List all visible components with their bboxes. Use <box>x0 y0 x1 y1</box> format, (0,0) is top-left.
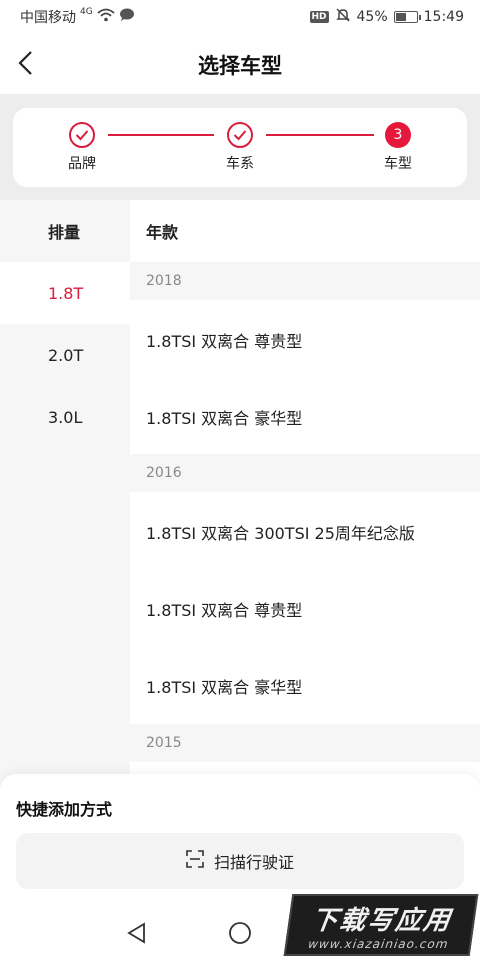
step-number-badge: 3 <box>385 122 411 148</box>
model-item[interactable]: 1.8TSI 双离合 尊贵型 <box>130 301 480 378</box>
year-header-2016: 2016 <box>130 454 480 492</box>
step-label-model: 车型 <box>384 156 412 172</box>
step-series[interactable]: 车系 <box>195 122 285 173</box>
scan-license-button[interactable]: 扫描行驶证 <box>16 833 464 889</box>
step-brand[interactable]: 品牌 <box>37 122 127 173</box>
battery-fill <box>395 13 406 21</box>
displacement-item-3-0l[interactable]: 3.0L <box>0 386 130 448</box>
header: 选择车型 <box>0 32 480 94</box>
mute-bell-icon <box>335 7 351 27</box>
wifi-icon <box>97 8 115 26</box>
scan-label: 扫描行驶证 <box>213 853 294 872</box>
model-item[interactable]: 1.8TSI 双离合 300TSI 25周年纪念版 <box>130 493 480 570</box>
model-year-header: 年款 <box>146 223 179 242</box>
year-header-2018: 2018 <box>130 262 480 300</box>
clock: 15:49 <box>423 9 464 25</box>
chat-bubble-icon <box>119 8 135 26</box>
hd-badge: HD <box>309 11 329 23</box>
carrier-label: 中国移动 <box>20 10 76 26</box>
displacement-item-1-8t[interactable]: 1.8T <box>0 262 130 324</box>
scan-icon <box>186 850 204 872</box>
page-title: 选择车型 <box>198 54 282 78</box>
status-left: 中国移动 4G <box>20 7 135 27</box>
stepper-area: 品牌 车系 3 车型 <box>0 94 480 200</box>
model-item[interactable]: 1.8TSI 双离合 豪华型 <box>130 378 480 455</box>
model-item[interactable]: 1.8TSI 双离合 豪华型 <box>130 647 480 724</box>
model-item[interactable]: 1.8TSI 双离合 尊贵型 <box>130 570 480 647</box>
stepper-card: 品牌 车系 3 车型 <box>13 108 467 187</box>
battery-icon <box>393 11 421 23</box>
check-icon <box>69 122 95 148</box>
displacement-item-2-0t[interactable]: 2.0T <box>0 324 130 386</box>
status-bar: 中国移动 4G HD 45% 15:49 <box>0 0 480 32</box>
step-label-series: 车系 <box>226 156 254 172</box>
quick-add-title: 快捷添加方式 <box>16 800 113 819</box>
triangle-back-icon[interactable] <box>122 918 152 948</box>
step-label-brand: 品牌 <box>68 156 96 172</box>
network-label: 4G <box>80 7 93 17</box>
displacement-header: 排量 <box>48 223 81 242</box>
watermark-url: www.xiazainiao.com <box>307 936 450 951</box>
circle-home-icon[interactable] <box>225 918 255 948</box>
quick-add-sheet: 快捷添加方式 扫描行驶证 <box>0 774 480 906</box>
battery-percent: 45% <box>356 9 388 25</box>
step-model[interactable]: 3 车型 <box>353 122 443 173</box>
watermark-logo: 下载写应用 www.xiazainiao.com <box>283 894 479 956</box>
check-icon <box>227 122 253 148</box>
year-header-2015: 2015 <box>130 724 480 762</box>
watermark-main-text: 下载写应用 <box>309 905 454 936</box>
status-right: HD 45% 15:49 <box>309 7 464 27</box>
